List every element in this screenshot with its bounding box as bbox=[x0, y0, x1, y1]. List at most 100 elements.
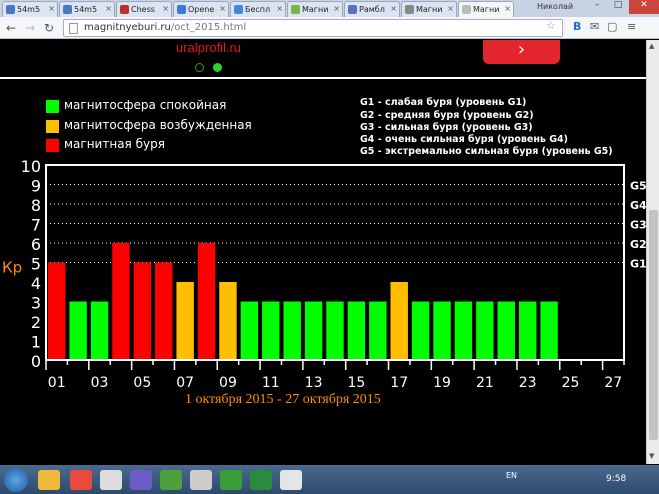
legend-swatch-calm bbox=[46, 100, 59, 113]
chart-date-range: 1 октября 2015 - 27 октября 2015 bbox=[185, 392, 381, 407]
media-icon[interactable] bbox=[130, 470, 152, 490]
extension-icon[interactable]: B bbox=[573, 20, 581, 33]
page-icon bbox=[69, 23, 78, 34]
tab-favicon-icon bbox=[120, 5, 129, 14]
tab-close-icon[interactable]: × bbox=[219, 4, 226, 13]
browser-tab[interactable]: Магни × bbox=[287, 1, 343, 17]
tab-label: Opene bbox=[188, 5, 215, 14]
forward-icon[interactable]: → bbox=[22, 20, 38, 36]
menu-icon[interactable]: ≡ bbox=[627, 20, 636, 33]
y-tick-label: 3 bbox=[31, 294, 41, 313]
kp-bar bbox=[390, 282, 408, 360]
tab-close-icon[interactable]: × bbox=[390, 4, 397, 13]
app-icon[interactable] bbox=[160, 470, 182, 490]
kp-bar bbox=[69, 301, 87, 360]
x-tick-label: 05 bbox=[133, 375, 151, 390]
tab-close-icon[interactable]: × bbox=[276, 4, 283, 13]
clock: 9:58 bbox=[606, 474, 627, 484]
tab-favicon-icon bbox=[405, 5, 414, 14]
kp-bar bbox=[476, 301, 494, 360]
excel-icon[interactable] bbox=[250, 470, 272, 490]
close-window-icon[interactable]: ✕ bbox=[629, 0, 659, 14]
tab-close-icon[interactable]: × bbox=[447, 4, 454, 13]
x-tick-label: 23 bbox=[519, 375, 537, 390]
tab-close-icon[interactable]: × bbox=[162, 4, 169, 13]
kp-bar bbox=[411, 301, 430, 360]
scroll-down-icon[interactable]: ▼ bbox=[649, 452, 654, 460]
maximize-icon[interactable]: □ bbox=[608, 0, 628, 14]
kp-bar bbox=[112, 243, 130, 360]
browser-tab[interactable]: Chess × bbox=[116, 1, 172, 17]
skype-icon[interactable] bbox=[100, 470, 122, 490]
page-scrollbar[interactable]: ▲ ▼ bbox=[646, 40, 659, 464]
bookmark-star-icon[interactable]: ☆ bbox=[546, 19, 556, 32]
browser-tab[interactable]: Opene × bbox=[173, 1, 229, 17]
tab-label: Chess bbox=[131, 5, 155, 14]
browser-tab[interactable]: Рамбл × bbox=[344, 1, 400, 17]
storm-level-g1: G1 - слабая буря (уровень G1) bbox=[360, 97, 527, 108]
storm-level-g2: G2 - средняя буря (уровень G2) bbox=[360, 110, 534, 121]
browser-tab[interactable]: Беспл × bbox=[230, 1, 286, 17]
tab-close-icon[interactable]: × bbox=[333, 4, 340, 13]
chrome-icon[interactable] bbox=[70, 470, 92, 490]
notepad-icon[interactable] bbox=[280, 470, 302, 490]
kp-bar bbox=[326, 301, 344, 360]
y-tick-label: 5 bbox=[31, 255, 41, 274]
x-tick-label: 25 bbox=[562, 375, 580, 390]
browser-tab[interactable]: Магни × bbox=[458, 1, 514, 17]
tab-label: Магни bbox=[473, 5, 500, 14]
folder-icon[interactable] bbox=[190, 470, 212, 490]
minimize-icon[interactable]: – bbox=[587, 0, 607, 14]
slider-dot-2[interactable] bbox=[213, 63, 222, 72]
kp-bar bbox=[304, 301, 323, 360]
tab-favicon-icon bbox=[348, 5, 357, 14]
kp-bar bbox=[48, 262, 66, 360]
x-tick-label: 07 bbox=[176, 375, 194, 390]
x-tick-label: 17 bbox=[390, 375, 408, 390]
browser-toolbar: ← → ↻ magnitnyeburi.ru/oct_2015.html ☆ B… bbox=[0, 17, 659, 39]
x-tick-label: 15 bbox=[347, 375, 365, 390]
y-tick-label: 4 bbox=[31, 274, 41, 293]
storm-level-label: G1 bbox=[630, 258, 646, 271]
tab-close-icon[interactable]: × bbox=[504, 4, 511, 13]
kp-bar bbox=[155, 262, 173, 360]
browser-tab[interactable]: 54m5 × bbox=[2, 1, 58, 17]
address-bar[interactable]: magnitnyeburi.ru/oct_2015.html bbox=[63, 19, 563, 37]
tab-favicon-icon bbox=[177, 5, 186, 14]
legend-label-excited: магнитосфера возбужденная bbox=[64, 118, 252, 132]
kp-bar bbox=[369, 301, 387, 360]
start-button[interactable] bbox=[4, 468, 28, 492]
storm-level-label: G4 bbox=[630, 199, 646, 212]
mail-icon[interactable]: ✉ bbox=[590, 20, 599, 33]
app2-icon[interactable] bbox=[220, 470, 242, 490]
kp-bar bbox=[219, 282, 237, 360]
site-name[interactable]: uralprofil.ru bbox=[176, 40, 241, 55]
x-tick-label: 09 bbox=[219, 375, 237, 390]
next-slide-button[interactable]: › bbox=[483, 40, 560, 64]
x-tick-label: 03 bbox=[91, 375, 109, 390]
profile-name[interactable]: Николай bbox=[537, 2, 573, 11]
browser-tab[interactable]: 54m5 × bbox=[59, 1, 115, 17]
kp-bar bbox=[433, 301, 451, 360]
tab-close-icon[interactable]: × bbox=[105, 4, 112, 13]
reload-icon[interactable]: ↻ bbox=[41, 20, 57, 36]
kp-bar bbox=[262, 301, 280, 360]
extension-box-icon[interactable]: ▢ bbox=[607, 20, 617, 33]
language-indicator[interactable]: EN bbox=[506, 471, 517, 480]
y-tick-label: 7 bbox=[31, 216, 41, 235]
divider bbox=[0, 77, 646, 79]
scroll-up-icon[interactable]: ▲ bbox=[649, 42, 654, 50]
scroll-thumb[interactable] bbox=[649, 210, 658, 440]
legend-swatch-storm bbox=[46, 139, 59, 152]
kp-bar bbox=[176, 282, 194, 360]
url-domain: magnitnyeburi.ru bbox=[84, 22, 171, 33]
browser-tab[interactable]: Магни × bbox=[401, 1, 457, 17]
tab-close-icon[interactable]: × bbox=[48, 4, 55, 13]
kp-bar bbox=[197, 243, 216, 360]
x-tick-label: 01 bbox=[48, 375, 66, 390]
slider-dot-1[interactable] bbox=[195, 63, 204, 72]
web-content: uralprofil.ru › магнитосфера спокойная м… bbox=[0, 40, 646, 464]
tab-favicon-icon bbox=[291, 5, 300, 14]
back-icon[interactable]: ← bbox=[3, 20, 19, 36]
explorer-icon[interactable] bbox=[38, 470, 60, 490]
